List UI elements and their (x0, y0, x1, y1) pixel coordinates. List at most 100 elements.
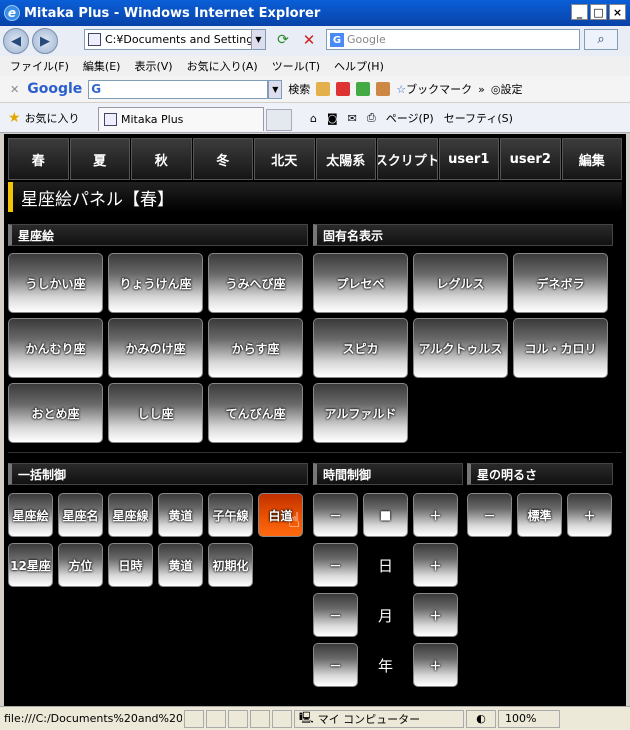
bookmarks-menu[interactable]: ブックマーク (406, 81, 472, 97)
nav-script[interactable]: スクリプト (377, 138, 438, 180)
menu-file[interactable]: ファイル(F) (10, 58, 69, 74)
constellation-button[interactable]: うみへび座 (208, 253, 303, 313)
nav-spring[interactable]: 春 (8, 138, 69, 180)
nav-user1[interactable]: user1 (438, 138, 499, 180)
tab-page-icon (104, 113, 117, 126)
computer-icon: 🖳 (299, 711, 314, 724)
stop-icon[interactable]: ✕ (298, 30, 320, 50)
batch-button[interactable]: 黄道 (158, 543, 203, 587)
address-text: C:¥Documents and Settings (105, 33, 259, 46)
year-plus-button[interactable]: ＋ (413, 643, 458, 687)
month-minus-button[interactable]: － (313, 593, 358, 637)
constellation-button[interactable]: おとめ座 (8, 383, 103, 443)
time-stop-button[interactable]: ■ (363, 493, 408, 537)
picasa-icon[interactable] (356, 82, 371, 96)
star-name-button[interactable]: コル・カロリ (513, 318, 608, 378)
favorites-bar: ★ お気に入り Mitaka Plus ⌂ ◙ ✉ ⎙ ページ(P) セーフティ… (0, 103, 630, 133)
time-plus-button[interactable]: ＋ (413, 493, 458, 537)
google-search-button[interactable]: 検索 (288, 81, 310, 97)
constellation-button[interactable]: りょうけん座 (108, 253, 203, 313)
brightness-plus-button[interactable]: ＋ (567, 493, 612, 537)
close-toolbar-icon[interactable]: ✕ (10, 83, 19, 96)
news-icon[interactable] (316, 82, 331, 96)
maximize-button[interactable]: □ (590, 4, 607, 20)
refresh-icon[interactable]: ⟳ (272, 30, 294, 50)
more-chevron-icon[interactable]: » (478, 83, 485, 96)
forward-button[interactable]: ▶ (32, 28, 58, 54)
batch-button[interactable]: 12星座 (8, 543, 53, 587)
nav-user2[interactable]: user2 (500, 138, 561, 180)
safety-menu[interactable]: セーフティ(S) (444, 110, 513, 126)
reset-button[interactable]: 初期化 (208, 543, 253, 587)
star-name-button[interactable]: アルクトゥルス (413, 318, 508, 378)
feeds-icon[interactable]: ◙ (327, 112, 338, 125)
address-dropdown-icon[interactable]: ▼ (251, 30, 265, 49)
settings-menu[interactable]: 設定 (500, 81, 522, 97)
nav-winter[interactable]: 冬 (192, 138, 253, 180)
minimize-button[interactable]: _ (571, 4, 588, 20)
batch-button[interactable]: 星座絵 (8, 493, 53, 537)
search-icon[interactable]: ⌕ (584, 29, 618, 50)
constellation-button[interactable]: しし座 (108, 383, 203, 443)
google-logo: Google (27, 81, 83, 97)
constellation-button[interactable]: うしかい座 (8, 253, 103, 313)
bookmark-star-icon[interactable]: ☆ (396, 83, 406, 96)
month-plus-button[interactable]: ＋ (413, 593, 458, 637)
nav-solar-system[interactable]: 太陽系 (315, 138, 376, 180)
back-button[interactable]: ◀ (3, 28, 29, 54)
menu-help[interactable]: ヘルプ(H) (334, 58, 384, 74)
zoom-control[interactable]: 100% (498, 709, 560, 728)
tab-mitaka-plus[interactable]: Mitaka Plus (98, 107, 264, 131)
day-minus-button[interactable]: － (313, 543, 358, 587)
batch-button[interactable]: 星座線 (108, 493, 153, 537)
batch-button[interactable]: 日時 (108, 543, 153, 587)
new-tab-button[interactable] (266, 109, 292, 131)
star-name-button[interactable]: デネボラ (513, 253, 608, 313)
close-button[interactable]: × (609, 4, 626, 20)
nav-edit[interactable]: 編集 (561, 138, 622, 180)
year-minus-button[interactable]: － (313, 643, 358, 687)
nav-north-sky[interactable]: 北天 (254, 138, 315, 180)
brightness-minus-button[interactable]: － (467, 493, 512, 537)
section-divider (8, 452, 622, 453)
menu-favorites[interactable]: お気に入り(A) (187, 58, 258, 74)
section-names: 固有名表示 (313, 224, 613, 246)
print-icon[interactable]: ⎙ (367, 111, 376, 125)
time-minus-button[interactable]: － (313, 493, 358, 537)
brightness-normal-button[interactable]: 標準 (517, 493, 562, 537)
page-menu[interactable]: ページ(P) (386, 110, 434, 126)
mail-icon[interactable]: ✉ (348, 112, 357, 125)
season-nav: 春 夏 秋 冬 北天 太陽系 スクリプト user1 user2 編集 (8, 138, 622, 180)
favorites-label[interactable]: お気に入り (25, 110, 80, 126)
batch-button[interactable]: 黄道 (158, 493, 203, 537)
star-name-button[interactable]: レグルス (413, 253, 508, 313)
nav-summer[interactable]: 夏 (69, 138, 130, 180)
settings-gear-icon[interactable]: ◎ (491, 83, 501, 96)
puzzle-icon[interactable] (376, 82, 391, 96)
protected-mode-icon[interactable]: ◐ (466, 709, 496, 728)
nav-autumn[interactable]: 秋 (131, 138, 192, 180)
home-icon[interactable]: ⌂ (310, 112, 317, 125)
batch-button[interactable]: 方位 (58, 543, 103, 587)
batch-button[interactable]: 子午線 (208, 493, 253, 537)
batch-button[interactable]: 星座名 (58, 493, 103, 537)
constellation-button[interactable]: てんびん座 (208, 383, 303, 443)
google-toolbar-input[interactable]: G (88, 79, 269, 99)
star-name-button[interactable]: スピカ (313, 318, 408, 378)
google-icon: G (330, 33, 344, 47)
menu-view[interactable]: 表示(V) (134, 58, 172, 74)
gmail-icon[interactable] (336, 82, 351, 96)
star-name-button[interactable]: プレセペ (313, 253, 408, 313)
address-field[interactable]: C:¥Documents and Settings ▼ (84, 29, 266, 50)
constellation-button[interactable]: かみのけ座 (108, 318, 203, 378)
constellation-button[interactable]: からす座 (208, 318, 303, 378)
search-input[interactable]: G Google (326, 29, 580, 50)
constellation-button[interactable]: かんむり座 (8, 318, 103, 378)
google-input-dropdown-icon[interactable]: ▼ (268, 79, 283, 99)
status-zone-label: マイ コンピューター (317, 712, 421, 726)
day-plus-button[interactable]: ＋ (413, 543, 458, 587)
menu-edit[interactable]: 編集(E) (83, 58, 121, 74)
menu-tools[interactable]: ツール(T) (272, 58, 320, 74)
star-name-button[interactable]: アルファルド (313, 383, 408, 443)
favorites-star-icon[interactable]: ★ (8, 110, 21, 126)
